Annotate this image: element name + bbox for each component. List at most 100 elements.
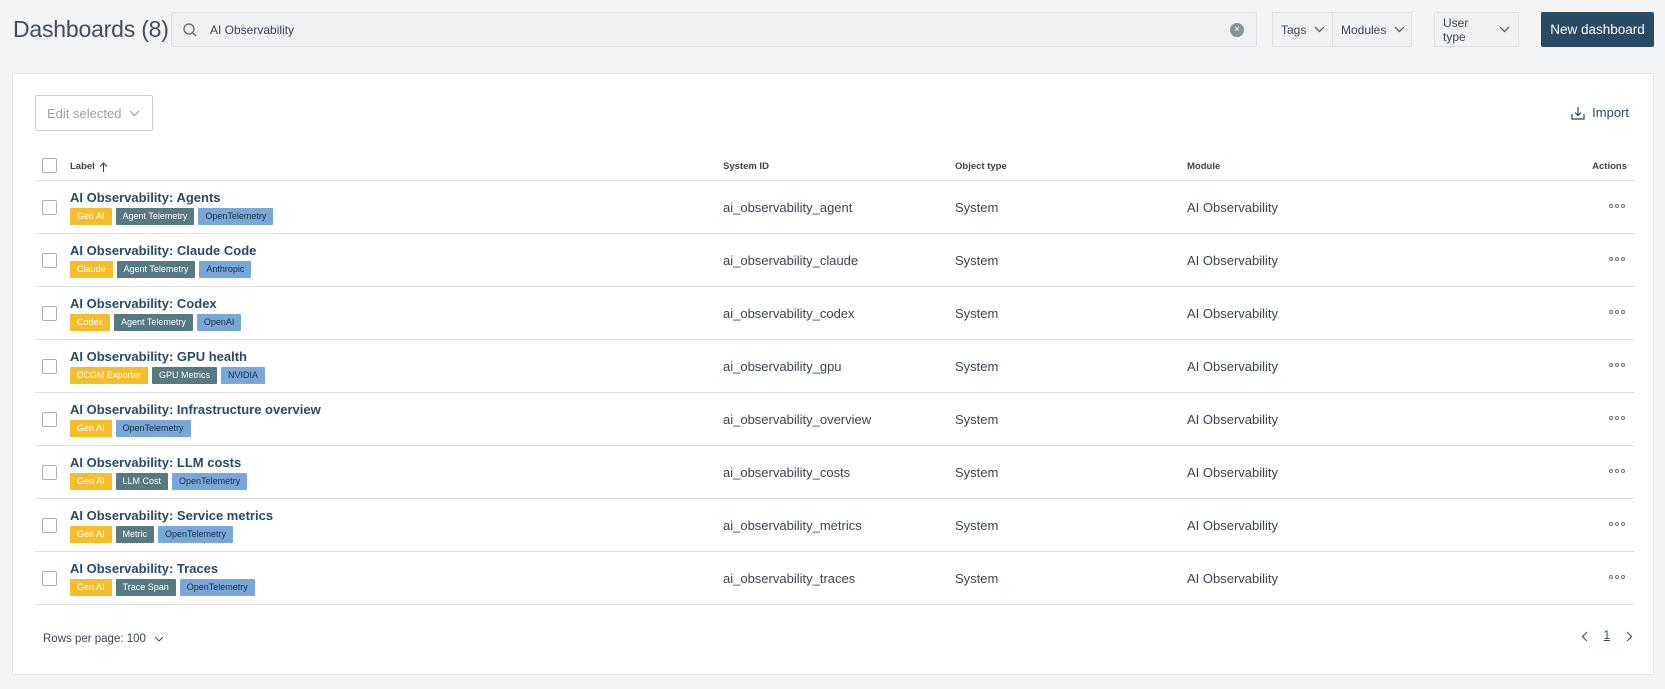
dashboard-label-link[interactable]: AI Observability: Service metrics: [70, 508, 273, 523]
tag-badge[interactable]: Agent Telemetry: [116, 261, 196, 278]
row-checkbox[interactable]: [42, 306, 57, 321]
tag-badge[interactable]: Claude: [70, 261, 113, 278]
row-checkbox[interactable]: [42, 359, 57, 374]
import-button[interactable]: Import: [1571, 105, 1629, 120]
row-checkbox[interactable]: [42, 200, 57, 215]
more-actions-icon[interactable]: [1609, 254, 1625, 264]
module-cell: AI Observability: [1187, 306, 1279, 321]
more-actions-icon[interactable]: [1609, 307, 1625, 317]
search-box[interactable]: ×: [171, 12, 1257, 47]
row-checkbox[interactable]: [42, 465, 57, 480]
clear-search-icon[interactable]: ×: [1230, 22, 1244, 37]
dashboard-label-link[interactable]: AI Observability: Traces: [70, 561, 218, 576]
row-checkbox[interactable]: [42, 571, 57, 586]
system-id-cell: ai_observability_traces: [723, 571, 856, 586]
tag-badge[interactable]: Gen AI: [70, 526, 112, 543]
row-checkbox[interactable]: [42, 518, 57, 533]
tag-badge[interactable]: Agent Telemetry: [114, 314, 193, 331]
tag-badge[interactable]: LLM Cost: [115, 473, 169, 490]
dashboards-table: Label System ID Object type Module Actio…: [35, 150, 1635, 605]
tag-badge[interactable]: Gen AI: [70, 579, 112, 596]
row-checkbox[interactable]: [42, 253, 57, 268]
tag-badge[interactable]: OpenTelemetry: [198, 208, 274, 225]
search-input[interactable]: [210, 13, 1230, 46]
table-row: AI Observability: Traces Gen AI Trace Span…: [35, 552, 1635, 605]
tags-filter[interactable]: Tags: [1272, 12, 1332, 47]
modules-filter-label: Modules: [1341, 22, 1387, 37]
edit-selected-dropdown[interactable]: Edit selected: [35, 95, 153, 131]
tag-badge[interactable]: GPU Metrics: [152, 367, 218, 384]
tag-badge[interactable]: Anthropic: [199, 261, 252, 278]
module-cell: AI Observability: [1187, 200, 1279, 215]
table-row: AI Observability: Infrastructure overvie…: [35, 393, 1635, 446]
more-actions-icon[interactable]: [1609, 572, 1625, 582]
object-type-cell: System: [955, 518, 999, 533]
new-dashboard-button[interactable]: New dashboard: [1541, 12, 1654, 47]
table-row: AI Observability: Service metrics Gen AI M…: [35, 499, 1635, 552]
tag-badge[interactable]: OpenAI: [196, 314, 242, 331]
tag-badge[interactable]: OpenTelemetry: [179, 579, 255, 596]
more-actions-icon[interactable]: [1609, 519, 1625, 529]
tag-badge[interactable]: OpenTelemetry: [115, 420, 191, 437]
tag-badge[interactable]: Trace Span: [115, 579, 176, 596]
user-type-filter[interactable]: User type: [1434, 12, 1519, 47]
dashboard-label-link[interactable]: AI Observability: Codex: [70, 296, 217, 311]
tag-badge[interactable]: OpenTelemetry: [158, 526, 234, 543]
tag-badge[interactable]: Agent Telemetry: [115, 208, 195, 225]
table-row: AI Observability: GPU health DCGM Exporte…: [35, 340, 1635, 393]
tags-filter-label: Tags: [1281, 22, 1307, 37]
more-actions-icon[interactable]: [1609, 413, 1625, 423]
system-id-column-header: System ID: [723, 161, 769, 172]
page-title: Dashboards (8): [13, 16, 169, 42]
more-actions-icon[interactable]: [1609, 360, 1625, 370]
select-all-checkbox[interactable]: [42, 158, 57, 173]
dashboard-label-link[interactable]: AI Observability: GPU health: [70, 349, 247, 364]
chevron-down-icon: [1394, 26, 1405, 33]
module-cell: AI Observability: [1187, 412, 1279, 427]
row-checkbox[interactable]: [42, 412, 57, 427]
tag-badge[interactable]: Gen AI: [70, 208, 112, 225]
edit-selected-label: Edit selected: [47, 105, 122, 121]
dashboard-label-link[interactable]: AI Observability: LLM costs: [70, 455, 241, 470]
label-column-header[interactable]: Label: [70, 161, 108, 172]
more-actions-icon[interactable]: [1609, 201, 1625, 211]
table-row: AI Observability: LLM costs Gen AI LLM Cos…: [35, 446, 1635, 499]
tag-badge[interactable]: Gen AI: [70, 420, 112, 437]
tag-badge[interactable]: DCGM Exporter: [70, 367, 149, 384]
chevron-down-icon: [129, 110, 140, 117]
system-id-cell: ai_observability_costs: [723, 465, 851, 480]
tag-list: Claude Agent Telemetry Anthropic: [70, 261, 252, 278]
table-row: AI Observability: Agents Gen AI Agent Tele…: [35, 181, 1635, 234]
dashboard-label-link[interactable]: AI Observability: Agents: [70, 190, 221, 205]
tag-badge[interactable]: Codex: [70, 314, 111, 331]
tag-badge[interactable]: Metric: [115, 526, 155, 543]
previous-page-icon[interactable]: [1581, 631, 1588, 642]
object-type-cell: System: [955, 465, 999, 480]
dashboard-label-link[interactable]: AI Observability: Infrastructure overvie…: [70, 402, 321, 417]
module-cell: AI Observability: [1187, 518, 1279, 533]
object-type-cell: System: [955, 571, 999, 586]
tag-list: Gen AI LLM Cost OpenTelemetry: [70, 473, 248, 490]
table-row: AI Observability: Claude Code Claude Agent…: [35, 234, 1635, 287]
system-id-cell: ai_observability_codex: [723, 306, 855, 321]
object-type-cell: System: [955, 306, 999, 321]
table-header: Label System ID Object type Module Actio…: [35, 150, 1635, 181]
dashboard-label-link[interactable]: AI Observability: Claude Code: [70, 243, 256, 258]
module-column-header: Module: [1187, 161, 1221, 172]
system-id-cell: ai_observability_claude: [723, 253, 859, 268]
tag-badge[interactable]: OpenTelemetry: [172, 473, 248, 490]
system-id-cell: ai_observability_overview: [723, 412, 872, 427]
label-column-title: Label: [70, 161, 95, 172]
next-page-icon[interactable]: [1626, 631, 1633, 642]
system-id-cell: ai_observability_metrics: [723, 518, 862, 533]
tag-badge[interactable]: NVIDIA: [221, 367, 266, 384]
object-type-cell: System: [955, 200, 999, 215]
rows-per-page-dropdown[interactable]: Rows per page: 100: [43, 633, 164, 645]
modules-filter[interactable]: Modules: [1332, 12, 1412, 47]
tag-list: DCGM Exporter GPU Metrics NVIDIA: [70, 367, 266, 384]
object-type-cell: System: [955, 412, 999, 427]
import-label: Import: [1592, 105, 1629, 120]
tag-badge[interactable]: Gen AI: [70, 473, 112, 490]
more-actions-icon[interactable]: [1609, 466, 1625, 476]
page-number[interactable]: 1: [1604, 630, 1610, 642]
